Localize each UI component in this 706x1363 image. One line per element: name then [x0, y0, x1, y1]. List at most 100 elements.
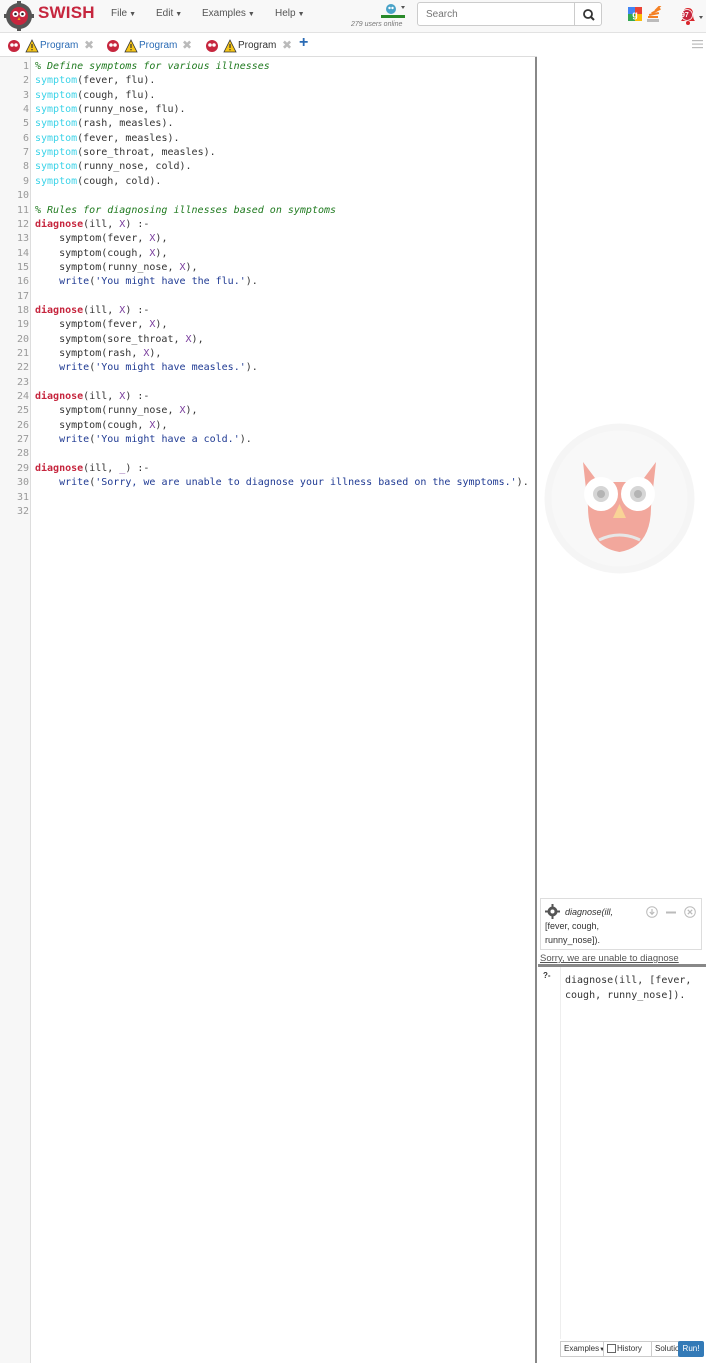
line-number: 15 [16, 261, 29, 273]
code-token: (sore_throat, measles). [77, 147, 216, 159]
menu-examples-label: Examples [202, 8, 246, 19]
code-line: symptom(cough, flu). [35, 89, 155, 103]
line-number: 8 [22, 161, 29, 173]
run-button[interactable]: Run! [678, 1341, 704, 1357]
close-tab-icon[interactable]: ✖ [282, 38, 292, 52]
code-token: ) :- [125, 304, 150, 316]
program-tab-icon [8, 39, 39, 53]
code-token: ). [516, 477, 529, 489]
code-line: symptom(sore_throat, measles). [35, 146, 216, 160]
history-dropdown-button[interactable]: History [603, 1341, 652, 1357]
stackoverflow-login-icon[interactable] [645, 6, 663, 23]
tab-program-2[interactable]: Program ✖ [106, 38, 201, 55]
search-input[interactable] [417, 2, 575, 26]
line-number: 12 [16, 218, 29, 230]
code-token: symptom [35, 161, 78, 173]
code-token: (fever, measles). [77, 132, 180, 144]
menu-help-label: Help [275, 8, 296, 19]
code-line: symptom(sore_throat, X), [35, 333, 204, 347]
code-token: 'You might have a cold.' [95, 434, 240, 446]
line-number: 26 [16, 419, 29, 431]
line-number: 32 [16, 505, 29, 517]
table-results-checkbox[interactable] [607, 1344, 616, 1354]
line-number: 19 [16, 319, 29, 331]
line-number: 28 [16, 448, 29, 460]
code-token: ), [185, 261, 198, 273]
line-number: 18 [16, 304, 29, 316]
code-editor[interactable]: 1 % Define symptoms for various illnesses… [0, 57, 537, 1363]
chevron-down-icon: ▼ [247, 11, 255, 18]
line-number: 16 [16, 276, 29, 288]
code-token: symptom(sore_throat, [35, 333, 186, 345]
code-token: ), [155, 247, 168, 259]
close-tab-icon[interactable]: ✖ [182, 38, 192, 52]
code-token: ), [155, 233, 168, 245]
menu-help[interactable]: Help ▼ [275, 8, 305, 19]
solutions-dropdown-button[interactable]: Solutions [651, 1341, 679, 1357]
add-tab-icon[interactable]: + [299, 34, 308, 52]
line-number: 2 [22, 75, 29, 87]
search-icon [583, 9, 595, 21]
brand-title[interactable]: SWISH [38, 3, 95, 23]
line-number: 13 [16, 233, 29, 245]
line-number: 11 [16, 204, 29, 216]
code-token: symptom [35, 89, 78, 101]
examples-label: Examples [564, 1344, 600, 1353]
code-token: ) :- [125, 391, 150, 403]
google-login-icon[interactable]: g [628, 7, 642, 21]
code-token: ). [245, 362, 258, 374]
line-number: 3 [22, 89, 29, 101]
users-online-icon[interactable] [380, 1, 406, 21]
code-line: write('You might have a cold.'). [35, 433, 252, 447]
history-label: History [617, 1344, 642, 1353]
menu-icon[interactable] [692, 39, 703, 49]
code-token: (ill, [83, 462, 120, 474]
swish-logo-icon[interactable] [3, 1, 35, 31]
code-token: symptom [35, 104, 78, 116]
line-number: 25 [16, 405, 29, 417]
query-toolbar: Examples▼ History Solutions Run! [560, 1341, 706, 1359]
menu-file[interactable]: File ▼ [111, 8, 136, 19]
code-token: write [59, 477, 90, 489]
code-line: symptom(runny_nose, X), [35, 404, 198, 418]
solutions-label: Solutions [655, 1344, 678, 1353]
tab-program-1[interactable]: Program ✖ [7, 38, 102, 55]
code-line: symptom(cough, X), [35, 419, 167, 433]
svg-text:g: g [632, 10, 638, 20]
chevron-down-icon: ▼ [175, 11, 183, 18]
search-button[interactable] [574, 2, 602, 26]
menu-examples[interactable]: Examples ▼ [202, 8, 255, 19]
code-line: diagnose(ill, X) :- [35, 304, 149, 318]
chevron-down-icon: ▼ [129, 11, 137, 18]
code-token: (cough, flu). [77, 89, 156, 101]
code-token: symptom(runny_nose, [35, 405, 180, 417]
line-number: 1 [22, 61, 29, 72]
close-icon[interactable] [684, 906, 696, 918]
query-line1: diagnose(ill, [fever, [565, 975, 692, 986]
code-line: symptom(fever, flu). [35, 74, 155, 88]
code-line: symptom(rash, X), [35, 347, 161, 361]
query-code: diagnose(ill, [fever, cough, runny_nose]… [565, 973, 691, 1003]
program-tab-icon [206, 39, 237, 53]
query-editor[interactable]: diagnose(ill, [fever, cough, runny_nose]… [560, 967, 706, 1339]
tab-program-3[interactable]: Program ✖ [205, 38, 297, 55]
answer-query-line3: runny_nose]). [545, 935, 601, 945]
code-line: write('You might have the flu.'). [35, 275, 258, 289]
query-answer: diagnose(ill, [fever, cough, runny_nose]… [540, 898, 702, 950]
notifications-button[interactable]: 97 [677, 5, 705, 27]
download-icon[interactable] [646, 906, 658, 918]
code-line: symptom(runny_nose, cold). [35, 160, 192, 174]
code-token: write [59, 362, 90, 374]
close-tab-icon[interactable]: ✖ [84, 38, 94, 52]
code-token: symptom(fever, [35, 233, 150, 245]
code-token: symptom(cough, [35, 419, 150, 431]
line-number: 9 [22, 175, 29, 187]
minimize-icon[interactable] [665, 906, 677, 918]
line-number: 21 [16, 348, 29, 359]
menu-edit[interactable]: Edit ▼ [156, 8, 182, 19]
examples-dropdown-button[interactable]: Examples▼ [560, 1341, 604, 1357]
code-token: (ill, [83, 304, 120, 316]
code-token: 'You might have the flu.' [95, 276, 246, 288]
code-token: diagnose [35, 304, 84, 316]
